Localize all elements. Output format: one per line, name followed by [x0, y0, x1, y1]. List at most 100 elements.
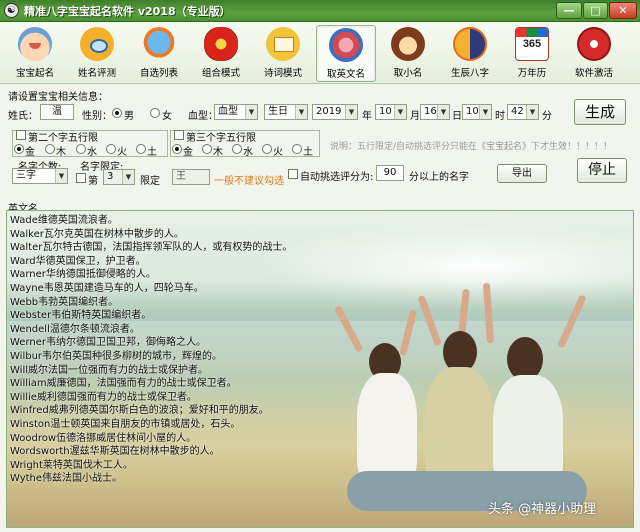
stop-button[interactable]: 停止 [577, 158, 627, 183]
year-value: 2019 [316, 106, 342, 117]
toolbar-combo-mode[interactable]: 组合模式 [191, 25, 251, 82]
name-length-value: 三字 [16, 170, 36, 181]
wuxing3-fire-radio[interactable] [262, 144, 272, 154]
list-item[interactable]: William威廉德国，法国强而有力的战士或保卫者。 [10, 377, 292, 391]
wuxing2-water-label: 水 [87, 147, 97, 158]
name-list-items: Wade维德英国流浪者。 Walker瓦尔克英国在树林中散步的人。 Walter… [10, 214, 292, 486]
minute-select[interactable]: 42 ▼ [507, 104, 539, 120]
toolbar-label: 取小名 [393, 68, 423, 79]
maximize-button[interactable]: □ [583, 2, 608, 19]
hour-select[interactable]: 10 ▼ [462, 104, 492, 120]
watermark: 头条 @神器小助理 [488, 502, 597, 517]
auto-pick-suffix: 分以上的名字 [409, 172, 469, 183]
year-select[interactable]: 2019 ▼ [312, 104, 358, 120]
wuxing3-checkbox[interactable] [174, 130, 184, 140]
list-item[interactable]: Webb韦勃英国编织者。 [10, 296, 292, 310]
yinyang-icon [453, 27, 487, 61]
list-item[interactable]: Winston温士顿英国来自朋友的市镇或居处，石头。 [10, 418, 292, 432]
wuxing2-checkbox[interactable] [16, 130, 26, 140]
wuxing2-wood-radio[interactable] [45, 144, 55, 154]
wuxing2-fire-radio[interactable] [106, 144, 116, 154]
generate-button[interactable]: 生成 [574, 99, 626, 125]
main-toolbar: 宝宝起名 姓名评测 自选列表 组合模式 诗词模式 取英文名 取小名 生辰八字 万… [0, 22, 640, 84]
birth-type-select[interactable]: 生日 ▼ [264, 104, 308, 120]
chevron-down-icon: ▼ [122, 170, 134, 184]
english-mascot-icon [329, 28, 363, 62]
list-item[interactable]: Warner华纳德国抵御侵略的人。 [10, 268, 292, 282]
toolbar-label: 自选列表 [139, 68, 178, 79]
wuxing3-wood-label: 木 [213, 147, 223, 158]
toolbar-activate[interactable]: 软件激活 [564, 25, 624, 82]
export-button[interactable]: 导出 [497, 164, 547, 183]
surname-label: 姓氏： [8, 111, 38, 122]
wuxing3-water-radio[interactable] [232, 144, 242, 154]
toolbar-custom-list[interactable]: 自选列表 [129, 25, 189, 82]
toolbar-bazi[interactable]: 生辰八字 [440, 25, 500, 82]
list-item[interactable]: Wilbur韦尔伯英国种很多柳树的城市，辉煌的。 [10, 350, 292, 364]
toolbar-baby-naming[interactable]: 宝宝起名 [5, 25, 65, 82]
list-item[interactable]: Wright莱特英国伐木工人。 [10, 459, 292, 473]
wuxing2-wood-label: 木 [56, 147, 66, 158]
chevron-down-icon: ▼ [394, 105, 406, 119]
list-item[interactable]: Wayne韦恩英国建造马车的人，四轮马车。 [10, 282, 292, 296]
list-item[interactable]: Willie威利德国强而有力的战士或保卫者。 [10, 391, 292, 405]
limit-char-input[interactable]: 王 [172, 169, 210, 185]
chevron-down-icon: ▼ [295, 105, 307, 119]
toolbar-name-evaluation[interactable]: 姓名评测 [67, 25, 127, 82]
toolbar-label: 组合模式 [201, 68, 240, 79]
list-item[interactable]: Will威尔法国一位强而有力的战士或保护者。 [10, 364, 292, 378]
wuxing2-earth-radio[interactable] [136, 144, 146, 154]
monkey-icon [391, 27, 425, 61]
name-length-select[interactable]: 三字 ▼ [12, 168, 68, 184]
toolbar-english-name[interactable]: 取英文名 [316, 25, 376, 82]
wuxing3-wood-radio[interactable] [202, 144, 212, 154]
list-item[interactable]: Wythe伟兹法国小战士。 [10, 472, 292, 486]
name-limit-checkbox[interactable] [76, 173, 86, 183]
wuxing-note: 说明：五行限定/自动挑选评分只能在《宝宝起名》下才生效！！！！！ [330, 142, 613, 152]
wuxing3-metal-radio[interactable] [172, 144, 182, 154]
limit-position-select[interactable]: 3 ▼ [103, 169, 135, 185]
list-item[interactable]: Werner韦纳尔德国卫国卫邦，御侮略之人。 [10, 336, 292, 350]
list-item[interactable]: Winfred威弗列德英国尔斯白色的波浪；爱好和平的朋友。 [10, 404, 292, 418]
list-item[interactable]: Woodrow伍德洛挪威居住林间小屋的人。 [10, 432, 292, 446]
gender-female-radio[interactable] [150, 108, 160, 118]
auto-pick-score-input[interactable]: 90 [376, 165, 404, 181]
toolbar-label: 宝宝起名 [15, 68, 54, 79]
list-item[interactable]: Walker瓦尔克英国在树林中散步的人。 [10, 228, 292, 242]
close-button[interactable]: ✕ [609, 2, 637, 19]
calendar-365-icon [515, 27, 549, 61]
list-item[interactable]: Wade维德英国流浪者。 [10, 214, 292, 228]
list-item[interactable]: Walter瓦尔特古德国，法国指挥领军队的人，或有权势的战士。 [10, 241, 292, 255]
gender-male-radio[interactable] [112, 108, 122, 118]
limit-pos-prefix: 第 [88, 176, 98, 187]
auto-pick-checkbox[interactable] [288, 169, 298, 179]
auto-pick-label: 自动挑选评分为: [300, 172, 374, 183]
list-item[interactable]: Webster韦伯斯特英国编织者。 [10, 309, 292, 323]
blood-type-select[interactable]: 血型 ▼ [214, 104, 258, 120]
wuxing2-metal-radio[interactable] [14, 144, 24, 154]
english-name-list[interactable]: Wade维德英国流浪者。 Walker瓦尔克英国在树林中散步的人。 Walter… [6, 210, 634, 528]
wuxing3-earth-label: 土 [303, 147, 313, 158]
toolbar-label: 万年历 [517, 68, 547, 79]
wuxing3-earth-radio[interactable] [292, 144, 302, 154]
chevron-down-icon: ▼ [526, 105, 538, 119]
minimize-button[interactable]: — [556, 2, 582, 19]
surname-input[interactable]: 温 [40, 104, 74, 120]
toolbar-label: 软件激活 [574, 68, 613, 79]
list-item[interactable]: Wordsworth渥兹华斯英国在树林中散步的人。 [10, 445, 292, 459]
list-item[interactable]: Ward华德英国保卫，护卫者。 [10, 255, 292, 269]
window-title: 精准八字宝宝起名软件 v2018（专业版） [24, 5, 231, 18]
month-select[interactable]: 10 ▼ [375, 104, 407, 120]
day-select[interactable]: 16 ▼ [420, 104, 450, 120]
day-unit: 日 [452, 111, 462, 122]
toolbar-label: 生辰八字 [450, 68, 489, 79]
toolbar-nickname[interactable]: 取小名 [378, 25, 438, 82]
wuxing3-metal-label: 金 [183, 147, 193, 158]
wuxing2-water-radio[interactable] [76, 144, 86, 154]
month-value: 10 [379, 106, 392, 117]
toolbar-poem-mode[interactable]: 诗词模式 [253, 25, 313, 82]
minute-value: 42 [511, 106, 524, 117]
toolbar-calendar[interactable]: 万年历 [502, 25, 562, 82]
month-unit: 月 [410, 111, 420, 122]
list-item[interactable]: Wendell温德尔条顿流浪者。 [10, 323, 292, 337]
